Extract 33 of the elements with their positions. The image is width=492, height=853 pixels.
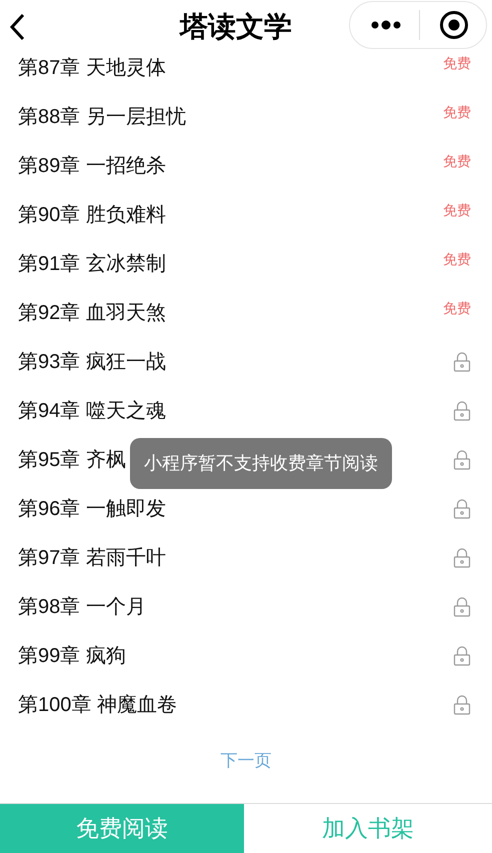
chapter-title[interactable]: 第94章 噬天之魂 — [18, 396, 166, 426]
chapter-title[interactable]: 第97章 若雨千叶 — [18, 542, 166, 572]
lock-icon — [453, 498, 471, 518]
free-label: 免费 — [443, 250, 471, 269]
free-label: 免费 — [443, 103, 471, 122]
chapter-title[interactable]: 第90章 胜负难料 — [18, 200, 166, 230]
page-title: 塔读文学 — [180, 10, 292, 44]
chapter-title[interactable]: 第93章 疯狂一战 — [18, 346, 166, 376]
chapter-title[interactable]: 第87章 天地灵体 — [18, 52, 166, 82]
chapter-title[interactable]: 第98章 一个月 — [18, 592, 146, 622]
chapter-title[interactable]: 第99章 疯狗 — [18, 640, 126, 670]
lock-icon — [453, 596, 471, 616]
free-label: 免费 — [443, 299, 471, 318]
free-label: 免费 — [443, 54, 471, 73]
lock-icon — [453, 400, 471, 420]
free-label: 免费 — [443, 201, 471, 220]
lock-icon — [453, 548, 471, 568]
close-circle-icon[interactable] — [439, 10, 469, 40]
chapter-title[interactable]: 第89章 一招绝杀 — [18, 150, 166, 180]
lock-icon — [453, 646, 471, 666]
chapter-title[interactable]: 第92章 血羽天煞 — [18, 298, 166, 328]
chapter-title[interactable]: 第96章 一触即发 — [18, 494, 166, 524]
lock-icon — [453, 352, 471, 372]
chapter-title[interactable]: 第88章 另一层担忧 — [18, 102, 186, 132]
toast-message: 小程序暂不支持收费章节阅读 — [130, 438, 392, 489]
chapter-title[interactable]: 第100章 神魔血卷 — [18, 690, 177, 720]
back-icon[interactable] — [9, 13, 25, 41]
lock-icon — [453, 694, 471, 714]
chapter-title[interactable]: 第91章 玄冰禁制 — [18, 248, 166, 278]
chapter-title[interactable]: 第95章 齐枫 — [18, 444, 126, 474]
free-label: 免费 — [443, 152, 471, 171]
more-icon[interactable] — [370, 20, 402, 30]
lock-icon — [453, 450, 471, 470]
